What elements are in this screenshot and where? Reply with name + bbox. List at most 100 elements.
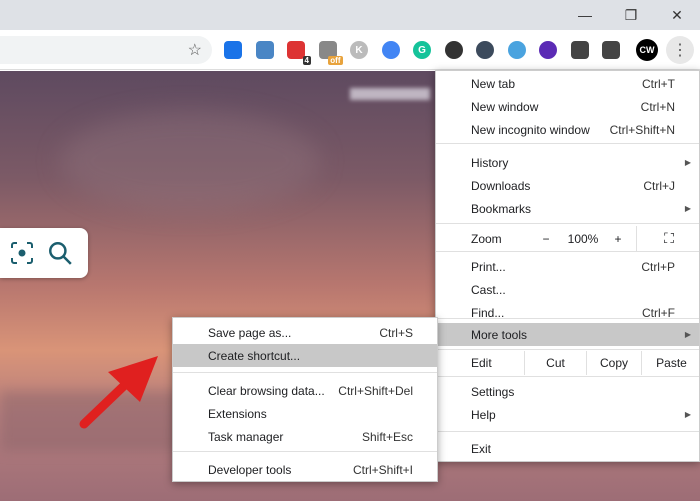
fullscreen-icon[interactable]: ⛶ — [636, 226, 700, 251]
submenu-item-clear-browsing-data[interactable]: Clear browsing data... Ctrl+Shift+Del — [173, 379, 437, 402]
cut-button[interactable]: Cut — [524, 351, 586, 375]
menu-separator — [436, 349, 699, 350]
extension-badge: off — [328, 56, 343, 65]
k-extension-icon[interactable]: K — [350, 41, 368, 59]
submenu-item-extensions[interactable]: Extensions — [173, 402, 437, 425]
menu-item-shortcut: Ctrl+Shift+N — [609, 122, 675, 137]
translate-extension-icon[interactable] — [381, 41, 400, 59]
menu-item-label: Create shortcut... — [208, 348, 301, 363]
menu-item-settings[interactable]: Settings — [436, 380, 699, 403]
red-arrow-annotation — [79, 356, 158, 429]
menu-item-label: Downloads — [471, 178, 531, 193]
lens-icon[interactable] — [10, 241, 34, 265]
address-bar[interactable]: ☆ — [0, 36, 212, 64]
submenu-item-save-page-as[interactable]: Save page as... Ctrl+S — [173, 321, 437, 344]
menu-item-label: Save page as... — [208, 325, 292, 340]
screen-extension-icon[interactable] — [255, 41, 274, 59]
menu-item-help[interactable]: Help ▶ — [436, 403, 699, 426]
menu-item-label: Print... — [471, 259, 506, 274]
puzzle-extensions-icon[interactable] — [570, 41, 589, 59]
menu-item-new-incognito-window[interactable]: New incognito window Ctrl+Shift+N — [436, 118, 699, 141]
menu-item-shortcut: Shift+Esc — [361, 429, 413, 444]
cursor-extension-icon[interactable] — [476, 41, 494, 59]
menu-kebab-icon[interactable]: ⋮ — [666, 36, 694, 64]
grammarly-extension-icon[interactable]: G — [413, 41, 431, 59]
menu-item-more-tools[interactable]: More tools ▶ — [436, 323, 699, 346]
menu-item-shortcut: Ctrl+Shift+I — [352, 462, 413, 477]
menu-item-label: New incognito window — [471, 122, 590, 137]
menu-item-label: Extensions — [208, 406, 267, 421]
submenu-item-task-manager[interactable]: Task manager Shift+Esc — [173, 425, 437, 448]
profile-avatar[interactable]: CW — [636, 39, 658, 61]
menu-separator — [436, 223, 699, 224]
menu-separator — [173, 451, 437, 452]
submenu-arrow-icon: ▶ — [684, 330, 691, 339]
menu-separator — [436, 143, 699, 144]
menu-item-label: Bookmarks — [471, 201, 532, 216]
minimize-button[interactable]: — — [562, 0, 608, 30]
media-icon[interactable] — [602, 41, 620, 59]
mic-extension-icon[interactable] — [539, 41, 557, 59]
menu-item-shortcut: Ctrl+N — [640, 99, 675, 114]
menu-item-downloads[interactable]: Downloads Ctrl+J — [436, 174, 699, 197]
menu-separator — [436, 431, 699, 432]
search-box[interactable] — [0, 228, 88, 278]
zoom-in-button[interactable]: + — [600, 226, 636, 251]
menu-item-new-tab[interactable]: New tab Ctrl+T — [436, 72, 699, 95]
menu-item-shortcut: Ctrl+T — [642, 76, 675, 91]
menu-item-label: More tools — [471, 327, 528, 342]
menu-item-print[interactable]: Print... Ctrl+P — [436, 255, 699, 278]
search-icon[interactable] — [47, 240, 73, 266]
menu-item-label: Developer tools — [208, 462, 292, 477]
menu-item-label: Task manager — [208, 429, 284, 444]
menu-separator — [173, 372, 437, 373]
zoom-out-button[interactable]: − — [526, 226, 566, 251]
extension-badge: 4 — [302, 56, 311, 65]
menu-item-label: Clear browsing data... — [208, 383, 325, 398]
menu-item-label: Exit — [471, 441, 492, 456]
menu-item-shortcut: Ctrl+S — [379, 325, 413, 340]
menu-separator — [436, 251, 699, 252]
menu-item-find[interactable]: Find... Ctrl+F — [436, 301, 699, 324]
menu-item-shortcut: Ctrl+Shift+Del — [338, 383, 413, 398]
menu-item-label: New window — [471, 99, 539, 114]
link-extension-icon[interactable] — [444, 41, 463, 59]
red-extension-icon[interactable]: 4 — [287, 41, 311, 65]
menu-item-new-window[interactable]: New window Ctrl+N — [436, 95, 699, 118]
bookmark-star-icon[interactable]: ☆ — [188, 40, 202, 60]
stamp-extension-icon[interactable] — [224, 41, 242, 59]
copy-button[interactable]: Copy — [586, 351, 641, 375]
chrome-main-menu: Zoom − 100% + ⛶ Edit Cut Copy Paste New … — [435, 70, 700, 462]
menu-separator — [436, 376, 699, 377]
more-tools-submenu: Save page as... Ctrl+S Create shortcut... C… — [172, 317, 438, 482]
restore-button[interactable]: ❐ — [608, 0, 654, 30]
title-bar: — ❐ ✕ — [0, 0, 700, 30]
submenu-arrow-icon: ▶ — [684, 204, 691, 213]
zoom-level: 100% — [567, 231, 599, 246]
toolbar: ☆ 4 off K G CW ⋮ — [0, 30, 700, 70]
zoom-label: Zoom — [471, 231, 502, 246]
submenu-item-create-shortcut[interactable]: Create shortcut... — [173, 344, 437, 367]
edit-row: Edit Cut Copy Paste — [436, 351, 699, 375]
submenu-item-developer-tools[interactable]: Developer tools Ctrl+Shift+I — [173, 458, 437, 481]
menu-item-exit[interactable]: Exit — [436, 437, 699, 460]
menu-item-cast[interactable]: Cast... — [436, 278, 699, 301]
menu-item-history[interactable]: History ▶ — [436, 151, 699, 174]
menu-item-label: Settings — [471, 384, 515, 399]
paste-button[interactable]: Paste — [641, 351, 700, 375]
blurred-text — [350, 88, 430, 100]
menu-item-shortcut: Ctrl+J — [643, 178, 675, 193]
menu-separator — [436, 318, 699, 319]
menu-item-label: New tab — [471, 76, 516, 91]
close-button[interactable]: ✕ — [654, 0, 700, 30]
zoom-row: Zoom − 100% + ⛶ — [436, 226, 699, 251]
off-extension-icon[interactable]: off — [318, 41, 343, 65]
submenu-arrow-icon: ▶ — [684, 158, 691, 167]
menu-item-label: Help — [471, 407, 496, 422]
menu-item-shortcut: Ctrl+P — [641, 259, 675, 274]
menu-item-bookmarks[interactable]: Bookmarks ▶ — [436, 197, 699, 220]
submenu-arrow-icon: ▶ — [684, 410, 691, 419]
menu-item-label: Cast... — [471, 282, 506, 297]
bulb-extension-icon[interactable] — [507, 41, 526, 59]
edit-label: Edit — [471, 356, 492, 370]
